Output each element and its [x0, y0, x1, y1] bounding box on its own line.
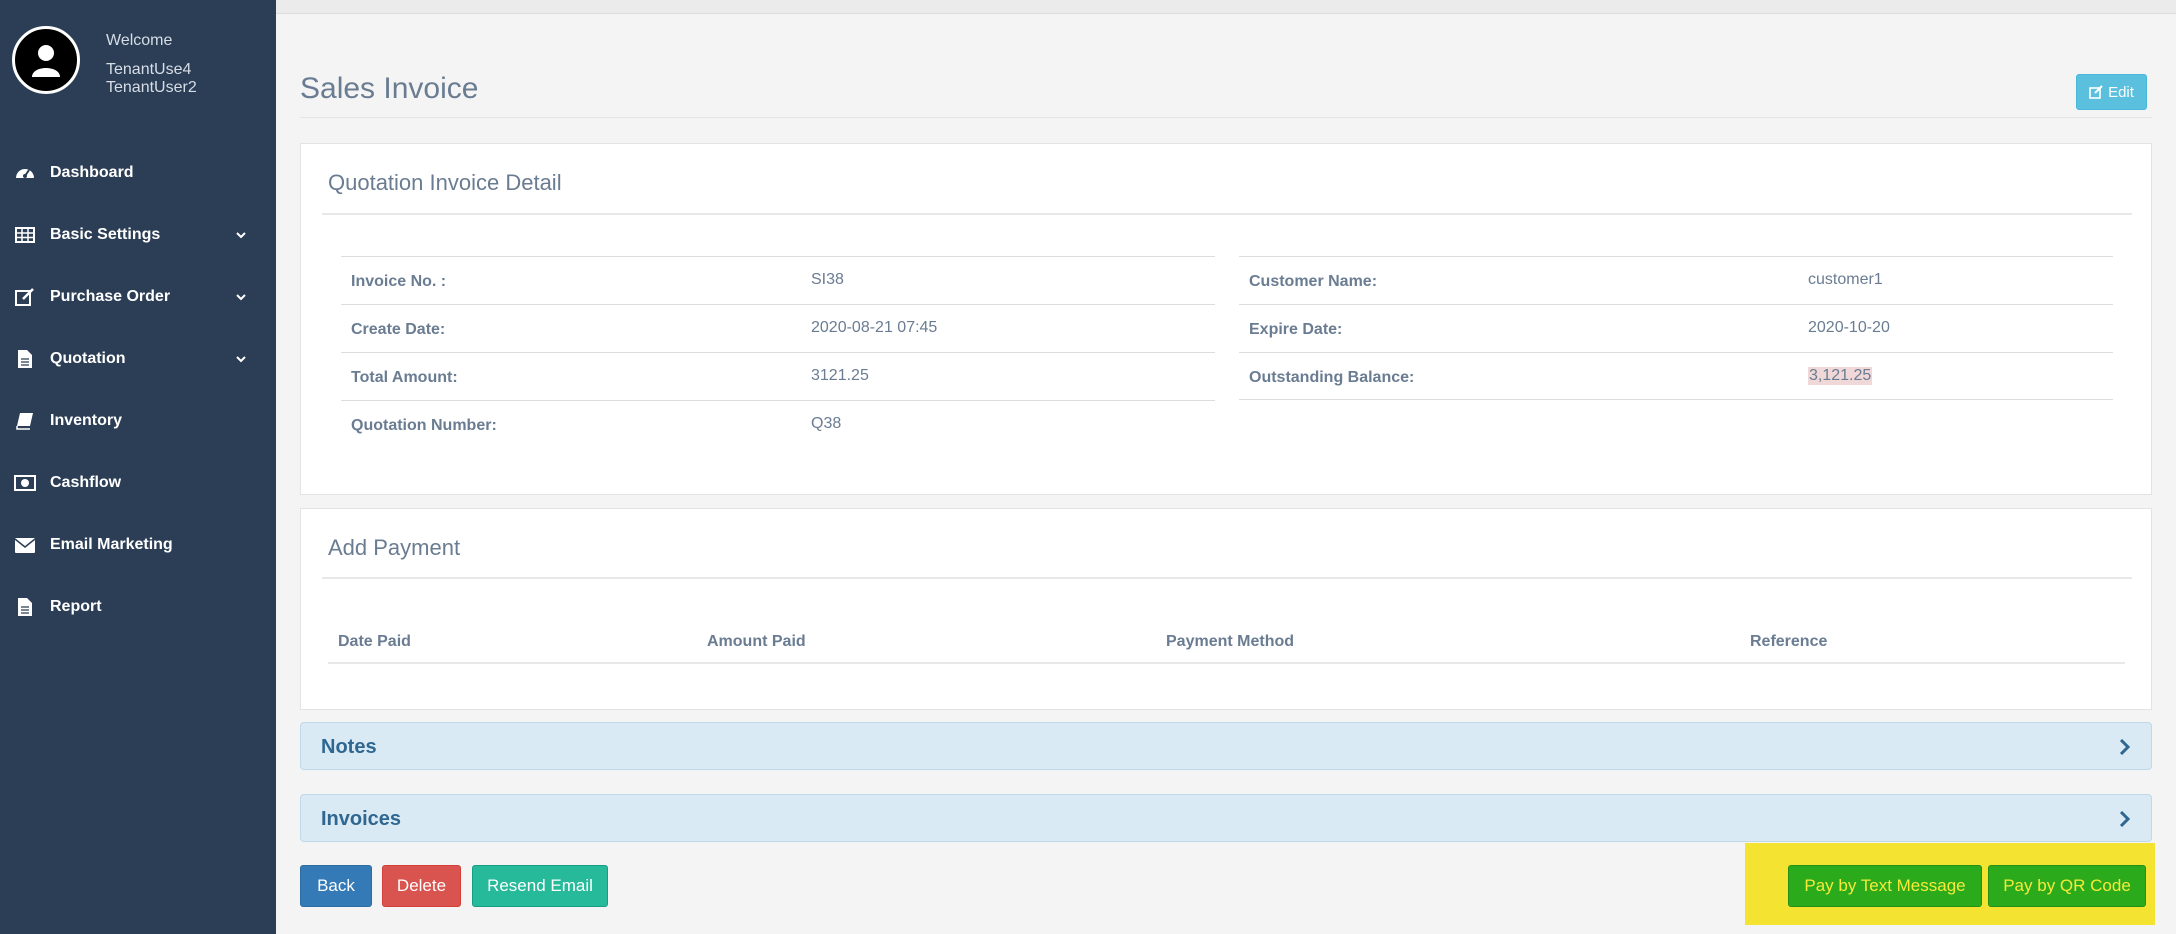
sidebar-item-label: Quotation: [50, 350, 126, 367]
detail-row-total-amount: Total Amount: 3121.25: [341, 352, 1215, 400]
divider: [322, 577, 2132, 579]
section-label: Notes: [321, 736, 377, 758]
money-icon: [14, 472, 36, 494]
chevron-down-icon: [236, 232, 246, 239]
divider: [300, 117, 2152, 118]
sidebar-item-label: Report: [50, 598, 102, 615]
detail-value: 3121.25: [811, 367, 869, 384]
table-icon: [14, 224, 36, 246]
detail-value: SI38: [811, 271, 844, 288]
notes-section-toggle[interactable]: Notes: [300, 722, 2152, 770]
avatar[interactable]: [12, 26, 80, 94]
detail-row-create-date: Create Date: 2020-08-21 07:45: [341, 304, 1215, 352]
detail-row-outstanding-balance: Outstanding Balance: 3,121.25: [1239, 352, 2113, 400]
sidebar-item-purchase-order[interactable]: Purchase Order: [0, 266, 276, 328]
chevron-right-icon: [2119, 739, 2131, 755]
detail-row-customer-name: Customer Name: customer1: [1239, 256, 2113, 304]
detail-value: 2020-10-20: [1808, 319, 1890, 336]
panel-title: Add Payment: [328, 535, 461, 560]
sidebar-item-label: Dashboard: [50, 164, 134, 181]
sidebar-item-email-marketing[interactable]: Email Marketing: [0, 514, 276, 576]
sidebar-item-inventory[interactable]: Inventory: [0, 390, 276, 452]
edit-icon: [14, 286, 36, 308]
detail-label: Quotation Number:: [351, 417, 497, 434]
resend-email-button[interactable]: Resend Email: [472, 865, 608, 907]
detail-label: Invoice No. :: [351, 273, 447, 290]
detail-value: 2020-08-21 07:45: [811, 319, 938, 336]
table-header-rule: [328, 662, 2125, 664]
detail-label: Expire Date:: [1249, 321, 1343, 338]
detail-value: Q38: [811, 415, 842, 432]
edit-icon: [2089, 85, 2103, 99]
chevron-down-icon: [236, 294, 246, 301]
divider: [322, 213, 2132, 215]
page-title: Sales Invoice: [300, 72, 479, 105]
detail-row-quotation-number: Quotation Number: Q38: [341, 400, 1215, 448]
sidebar-item-label: Cashflow: [50, 474, 122, 491]
detail-label: Outstanding Balance:: [1249, 369, 1415, 386]
detail-value: customer1: [1808, 271, 1883, 288]
column-header-payment-method: Payment Method: [1166, 633, 1295, 650]
chevron-right-icon: [2119, 811, 2131, 827]
detail-row-invoice-no: Invoice No. : SI38: [341, 256, 1215, 304]
sidebar-item-label: Basic Settings: [50, 226, 161, 243]
pay-by-qr-code-button[interactable]: Pay by QR Code: [1988, 865, 2146, 907]
sidebar-item-basic-settings[interactable]: Basic Settings: [0, 204, 276, 266]
welcome-text: Welcome: [106, 32, 173, 49]
column-header-amount-paid: Amount Paid: [707, 633, 806, 650]
sidebar-item-cashflow[interactable]: Cashflow: [0, 452, 276, 514]
section-label: Invoices: [321, 808, 402, 830]
invoices-section-toggle[interactable]: Invoices: [300, 794, 2152, 842]
user-icon: [32, 45, 60, 77]
invoice-detail-panel: Quotation Invoice Detail Invoice No. : S…: [300, 143, 2152, 495]
file-icon: [14, 348, 36, 370]
sidebar-item-report[interactable]: Report: [0, 576, 276, 638]
detail-label: Customer Name:: [1249, 273, 1378, 290]
book-icon: [14, 410, 36, 432]
back-button[interactable]: Back: [300, 865, 372, 907]
pay-by-text-message-button[interactable]: Pay by Text Message: [1788, 865, 1982, 907]
file-icon: [14, 596, 36, 618]
user-name-line-2: TenantUser2: [106, 79, 197, 96]
column-header-date-paid: Date Paid: [338, 633, 411, 650]
sidebar-item-label: Email Marketing: [50, 536, 173, 553]
detail-label: Total Amount:: [351, 369, 458, 386]
user-name-line-1: TenantUse4: [106, 61, 192, 78]
sidebar-nav: Dashboard Basic Settings Purchase Order …: [0, 142, 276, 638]
chevron-down-icon: [236, 356, 246, 363]
panel-title: Quotation Invoice Detail: [328, 170, 562, 195]
top-bar: [276, 0, 2176, 14]
add-payment-panel: Add Payment Date Paid Amount Paid Paymen…: [300, 508, 2152, 710]
user-panel: Welcome TenantUse4 TenantUser2: [12, 26, 272, 96]
sidebar-item-dashboard[interactable]: Dashboard: [0, 142, 276, 204]
detail-label: Create Date:: [351, 321, 446, 338]
envelope-icon: [14, 534, 36, 556]
edit-button-label: Edit: [2108, 83, 2134, 101]
sidebar-item-label: Inventory: [50, 412, 123, 429]
column-header-reference: Reference: [1750, 633, 1828, 650]
edit-button[interactable]: Edit: [2076, 74, 2147, 110]
sidebar: Welcome TenantUse4 TenantUser2 Dashboard…: [0, 0, 276, 934]
detail-row-expire-date: Expire Date: 2020-10-20: [1239, 304, 2113, 352]
outstanding-balance-value: 3,121.25: [1808, 367, 1873, 385]
sidebar-item-quotation[interactable]: Quotation: [0, 328, 276, 390]
dashboard-icon: [14, 162, 36, 184]
delete-button[interactable]: Delete: [382, 865, 461, 907]
sidebar-item-label: Purchase Order: [50, 288, 171, 305]
